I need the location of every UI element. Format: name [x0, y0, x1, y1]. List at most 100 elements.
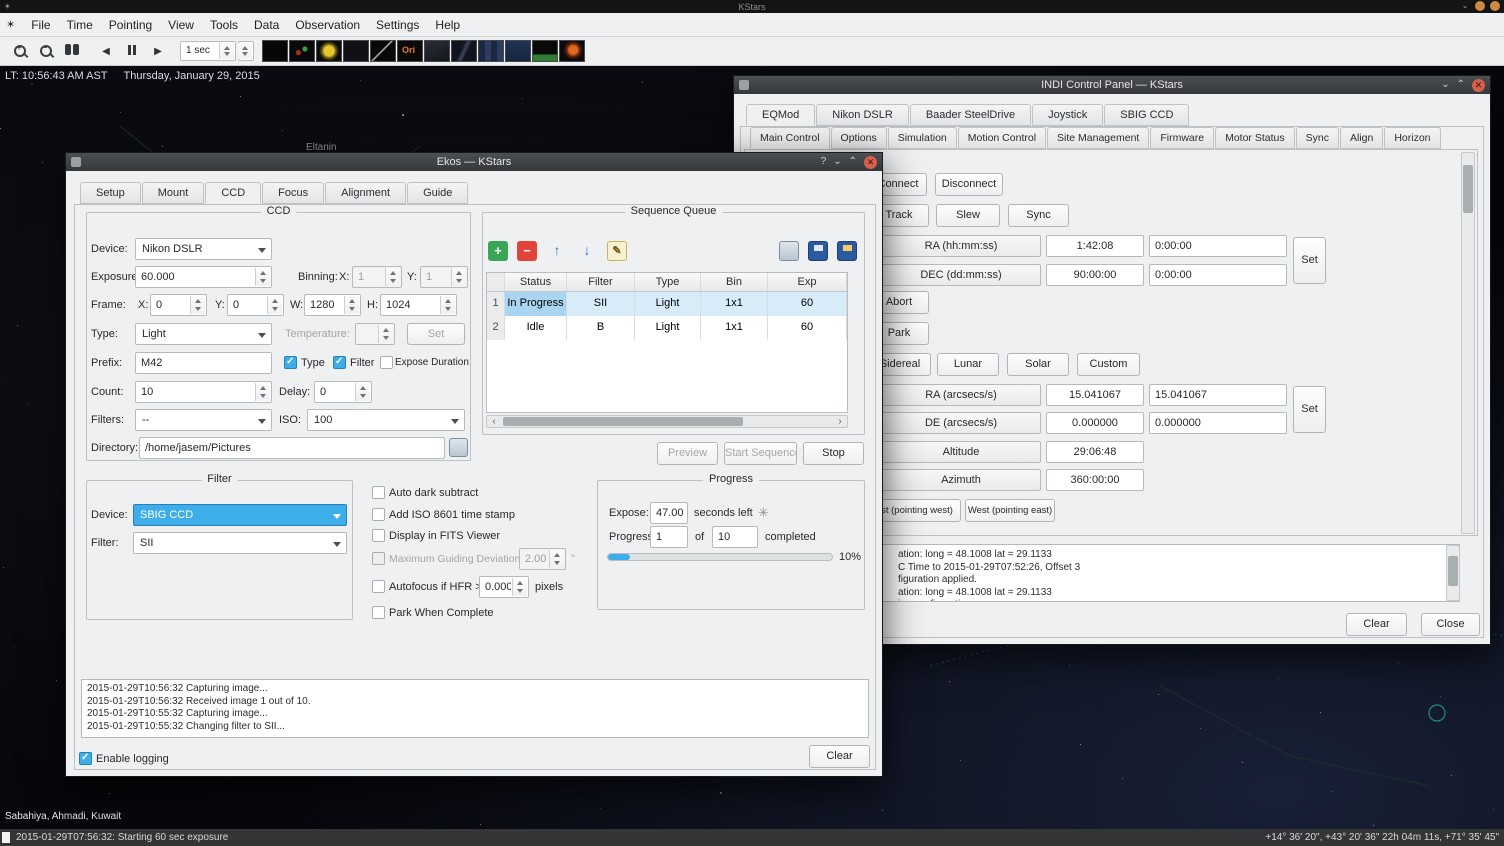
- close-main-window-icon[interactable]: [1490, 1, 1500, 11]
- spin-arrows-icon[interactable]: [267, 296, 282, 314]
- device-tab-nikon-dslr[interactable]: Nikon DSLR: [816, 104, 909, 126]
- spin-arrows-icon[interactable]: [440, 296, 455, 314]
- dec-input[interactable]: 0:00:00: [1149, 264, 1287, 286]
- prop-tab-sync[interactable]: Sync: [1296, 127, 1339, 149]
- prop-tab-main-control[interactable]: Main Control: [750, 127, 830, 149]
- tab-alignment[interactable]: Alignment: [325, 182, 406, 204]
- toolbar-thumbnail-5-icon[interactable]: [370, 40, 396, 62]
- count-spinbox[interactable]: 10: [135, 381, 272, 403]
- toolbar-thumbnail-8-icon[interactable]: [451, 40, 477, 62]
- auto-dark-subtract-checkbox[interactable]: [372, 486, 385, 499]
- column-type[interactable]: Type: [635, 273, 701, 291]
- pause-time-button[interactable]: [120, 39, 144, 63]
- ekos-clear-button[interactable]: Clear: [809, 745, 870, 768]
- ekos-unshade-icon[interactable]: ⌃: [849, 153, 857, 171]
- ra-rate-input[interactable]: 15.041067: [1149, 384, 1287, 406]
- menu-help[interactable]: Help: [427, 13, 468, 37]
- iso8601-checkbox[interactable]: [372, 508, 385, 521]
- toolbar-thumbnail-1-icon[interactable]: [262, 40, 288, 62]
- time-step-combo[interactable]: 1 sec: [180, 41, 236, 61]
- menu-tools[interactable]: Tools: [202, 13, 246, 37]
- disconnect-button[interactable]: Disconnect: [935, 173, 1003, 196]
- column-status[interactable]: Status: [505, 273, 567, 291]
- ekos-help-icon[interactable]: ?: [821, 153, 827, 171]
- spin-arrows-icon[interactable]: [255, 383, 270, 401]
- minimize-main-window-icon[interactable]: [1475, 1, 1485, 11]
- pier-west-button[interactable]: st (pointing west): [873, 499, 961, 522]
- time-step-forward-button[interactable]: ▶: [146, 39, 170, 63]
- scroll-right-icon[interactable]: ›: [834, 416, 846, 427]
- sync-button[interactable]: Sync: [1008, 204, 1069, 227]
- iso-combo[interactable]: 100: [307, 409, 465, 431]
- prop-tab-simulation[interactable]: Simulation: [888, 127, 957, 149]
- delay-spinbox[interactable]: 0: [314, 381, 372, 403]
- fits-viewer-checkbox[interactable]: [372, 529, 385, 542]
- frame-type-combo[interactable]: Light: [135, 323, 272, 345]
- menu-view[interactable]: View: [160, 13, 202, 37]
- prefix-input[interactable]: M42: [135, 352, 272, 374]
- indi-clear-button[interactable]: Clear: [1346, 613, 1407, 636]
- indi-titlebar[interactable]: INDI Control Panel — KStars ⌄ ⌃ ✕: [734, 76, 1490, 94]
- spin-arrows-icon[interactable]: [344, 296, 359, 314]
- device-tab-eqmod[interactable]: EQMod: [746, 104, 815, 126]
- ra-input[interactable]: 0:00:00: [1149, 235, 1287, 257]
- ekos-close-icon[interactable]: ✕: [864, 156, 877, 169]
- tab-ccd[interactable]: CCD: [205, 182, 261, 204]
- autofocus-hfr-checkbox[interactable]: [372, 580, 385, 593]
- expose-duration-checkbox[interactable]: [380, 356, 393, 369]
- indi-close-icon[interactable]: ✕: [1472, 79, 1485, 92]
- stop-button[interactable]: Stop: [803, 442, 864, 465]
- slew-button[interactable]: Slew: [936, 204, 1000, 227]
- toolbar-thumbnail-9-icon[interactable]: [478, 40, 504, 62]
- sequence-row-2[interactable]: 2 Idle B Light 1x1 60: [487, 316, 847, 340]
- solar-rate-button[interactable]: Solar: [1007, 353, 1069, 376]
- zoom-out-button[interactable]: −: [34, 39, 58, 63]
- indi-scrollbar[interactable]: [1461, 152, 1475, 534]
- toolbar-thumbnail-2-icon[interactable]: [289, 40, 315, 62]
- filter-filter-combo[interactable]: SII: [133, 532, 347, 554]
- spin-arrows-icon[interactable]: [512, 578, 527, 596]
- column-bin[interactable]: Bin: [701, 273, 768, 291]
- move-job-down-button[interactable]: ↓: [577, 241, 597, 261]
- prefix-type-checkbox[interactable]: [284, 356, 297, 369]
- ccd-device-combo[interactable]: Nikon DSLR: [135, 238, 272, 260]
- prefix-filter-checkbox[interactable]: [333, 356, 346, 369]
- prop-tab-options[interactable]: Options: [831, 127, 887, 149]
- prop-tab-site-management[interactable]: Site Management: [1047, 127, 1149, 149]
- toolbar-thumbnail-10-icon[interactable]: [505, 40, 531, 62]
- pier-east-button[interactable]: West (pointing east): [965, 499, 1055, 522]
- directory-input[interactable]: /home/jasem/Pictures: [139, 437, 445, 459]
- remove-job-button[interactable]: −: [517, 241, 537, 261]
- rate-set-button[interactable]: Set: [1293, 386, 1326, 433]
- coord-set-button[interactable]: Set: [1293, 237, 1326, 284]
- indi-log-scrollbar[interactable]: [1446, 545, 1460, 601]
- frame-h-spinbox[interactable]: 1024: [380, 294, 457, 316]
- tab-setup[interactable]: Setup: [80, 182, 141, 204]
- prop-tab-motor-status[interactable]: Motor Status: [1215, 127, 1295, 149]
- column-filter[interactable]: Filter: [567, 273, 635, 291]
- indi-close-button[interactable]: Close: [1421, 613, 1480, 636]
- tab-guide[interactable]: Guide: [407, 182, 468, 204]
- toolbar-thumbnail-12-icon[interactable]: [559, 40, 585, 62]
- move-job-up-button[interactable]: ↑: [547, 241, 567, 261]
- menu-settings[interactable]: Settings: [368, 13, 427, 37]
- spin-arrows-icon[interactable]: [355, 383, 370, 401]
- open-sequence-button[interactable]: [779, 241, 799, 261]
- filters-combo[interactable]: --: [135, 409, 272, 431]
- tab-mount[interactable]: Mount: [142, 182, 205, 204]
- time-step-back-button[interactable]: ◀: [94, 39, 118, 63]
- enable-logging-checkbox[interactable]: [79, 752, 92, 765]
- toolbar-thumbnail-4-icon[interactable]: [343, 40, 369, 62]
- save-sequence-button[interactable]: [808, 241, 828, 261]
- menu-observation[interactable]: Observation: [287, 13, 368, 37]
- park-when-complete-checkbox[interactable]: [372, 606, 385, 619]
- device-tab-joystick[interactable]: Joystick: [1032, 104, 1103, 126]
- time-step-arrows-icon[interactable]: [219, 43, 234, 59]
- column-exp[interactable]: Exp: [768, 273, 847, 291]
- de-rate-input[interactable]: 0.000000: [1149, 412, 1287, 434]
- guiding-deviation-checkbox[interactable]: [372, 552, 385, 565]
- time-spinner-arrows-icon[interactable]: [238, 43, 252, 59]
- toolbar-thumbnail-7-icon[interactable]: [424, 40, 450, 62]
- lunar-rate-button[interactable]: Lunar: [937, 353, 999, 376]
- frame-x-spinbox[interactable]: 0: [150, 294, 207, 316]
